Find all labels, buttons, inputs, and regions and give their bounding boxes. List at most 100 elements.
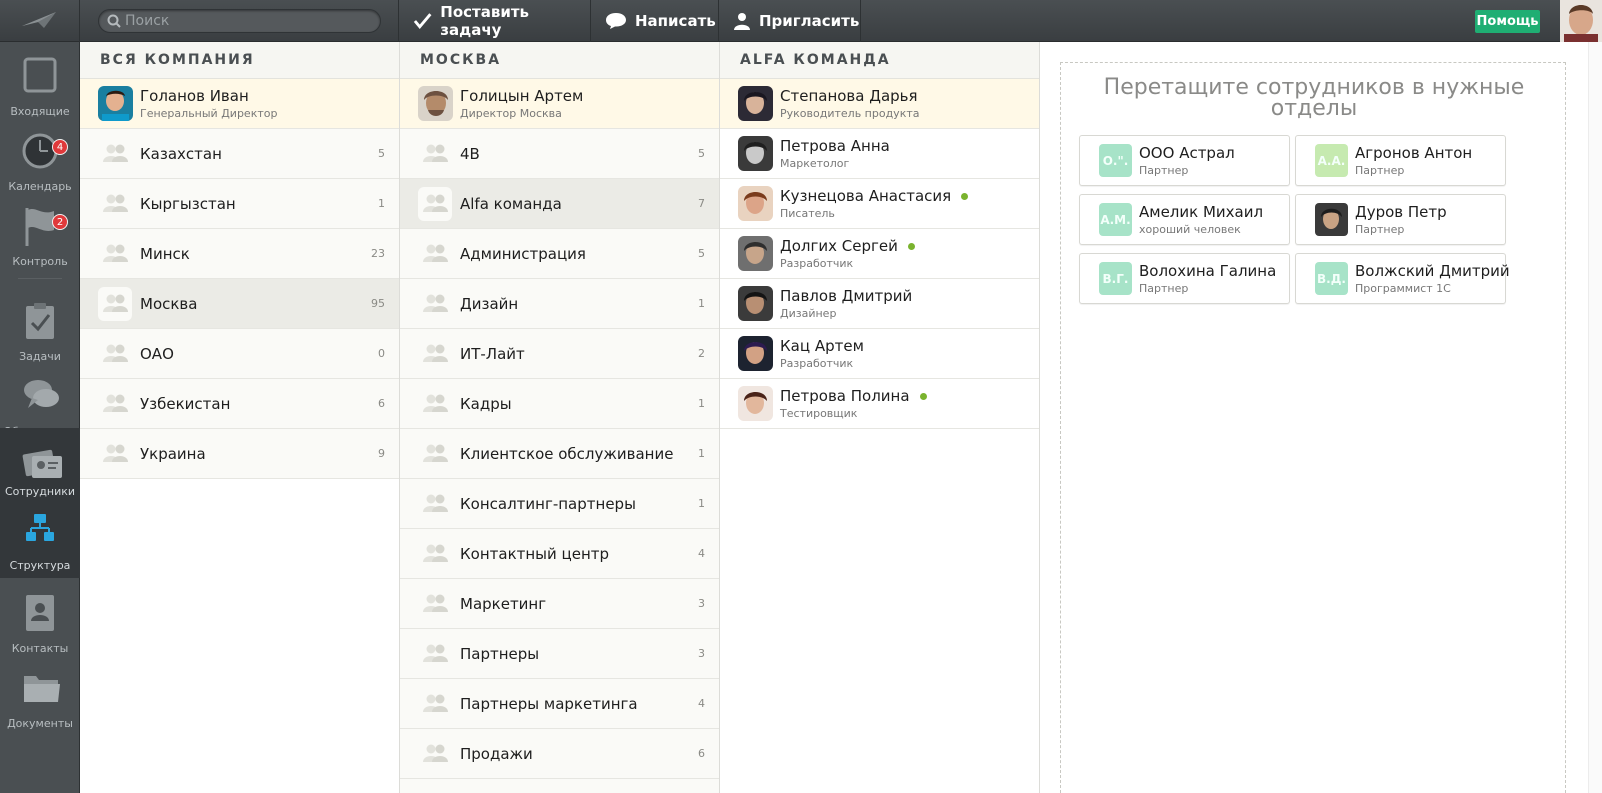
sidebar-item-structure[interactable]: Структура: [0, 502, 80, 578]
search-input[interactable]: [125, 12, 375, 30]
group-count: 1: [378, 197, 385, 210]
initials-avatar: В.Г.: [1099, 262, 1132, 295]
member-row[interactable]: Долгих Сергей Разработчик: [720, 229, 1039, 279]
employees-icon: [22, 449, 62, 478]
sidebar-label-control: Контроль: [12, 255, 68, 268]
group-row[interactable]: Консалтинг-партнеры 1: [400, 479, 719, 529]
column-moscow: МОСКВА Голицын Артем Директор Москва 4B 5…: [400, 42, 720, 793]
create-task-label: Поставить задачу: [440, 3, 530, 39]
employee-card[interactable]: Дуров Петр Партнер: [1295, 194, 1506, 245]
group-row[interactable]: ОАО 0: [80, 329, 399, 379]
task-icon: [26, 303, 54, 339]
group-row[interactable]: Клиентское обслуживание 1: [400, 429, 719, 479]
avatar: [1315, 203, 1348, 236]
employee-card[interactable]: О.". ООО Астрал Партнер: [1079, 135, 1290, 186]
sidebar-item-tasks[interactable]: Задачи: [0, 295, 80, 369]
group-row[interactable]: Минск 23: [80, 229, 399, 279]
card-name: Волжский Дмитрий: [1355, 262, 1510, 280]
group-row[interactable]: Казахстан 5: [80, 129, 399, 179]
group-name: Клиентское обслуживание: [460, 445, 674, 463]
group-row[interactable]: Узбекистан 6: [80, 379, 399, 429]
drop-zone[interactable]: Перетащите сотрудников в нужные отделы О…: [1060, 62, 1566, 793]
group-name: Узбекистан: [140, 395, 231, 413]
group-row[interactable]: Партнеры маркетинга 4: [400, 679, 719, 729]
group-count: 6: [698, 747, 705, 760]
sidebar-label-structure: Структура: [9, 559, 71, 572]
avatar: [738, 286, 773, 321]
sidebar-item-inbox[interactable]: Входящие: [0, 50, 80, 124]
member-name-text: Кузнецова Анастасия: [780, 187, 952, 205]
search-box[interactable]: [98, 9, 381, 33]
write-button[interactable]: Написать: [590, 0, 718, 42]
sidebar-item-control[interactable]: 2 Контроль: [0, 200, 80, 274]
moscow-head-row[interactable]: Голицын Артем Директор Москва: [400, 79, 719, 129]
card-role: хороший человек: [1139, 223, 1241, 236]
group-row[interactable]: Кыргызстан 1: [80, 179, 399, 229]
column-header-alfa-team: ALFA КОМАНДА: [720, 42, 1039, 79]
member-row[interactable]: Петрова Полина Тестировщик: [720, 379, 1039, 429]
group-count: 3: [698, 597, 705, 610]
employee-card[interactable]: А.М. Амелик Михаил хороший человек: [1079, 194, 1290, 245]
group-row[interactable]: Администрация 5: [400, 229, 719, 279]
sidebar-label-contacts: Контакты: [11, 642, 69, 655]
control-badge: 2: [52, 214, 68, 230]
member-row[interactable]: Павлов Дмитрий Дизайнер: [720, 279, 1039, 329]
member-title: Руководитель продукта: [780, 107, 920, 120]
avatar: [738, 86, 773, 121]
online-status-dot: [961, 193, 969, 200]
member-title: Разработчик: [780, 357, 854, 370]
invite-button[interactable]: Пригласить: [718, 0, 861, 42]
group-row[interactable]: Alfa команда 7: [400, 179, 719, 229]
sidebar-item-contacts[interactable]: Контакты: [0, 587, 80, 661]
member-row[interactable]: Петрова Анна Маркетолог: [720, 129, 1039, 179]
user-avatar[interactable]: [1560, 0, 1602, 42]
chat-icon: [24, 380, 59, 408]
member-name-text: Петрова Анна: [780, 137, 890, 155]
company-head-row[interactable]: Голанов Иван Генеральный Директор: [80, 79, 399, 129]
help-button[interactable]: Помощь: [1475, 10, 1540, 33]
avatar-photo-golitsyn: [418, 86, 453, 121]
group-row[interactable]: Маркетинг 3: [400, 579, 719, 629]
group-icon: [103, 294, 128, 312]
member-row[interactable]: Кац Артем Разработчик: [720, 329, 1039, 379]
group-row[interactable]: Продажи 6: [400, 729, 719, 779]
group-row[interactable]: ИТ-Лайт 2: [400, 329, 719, 379]
group-icon: [103, 444, 128, 462]
avatar: [738, 386, 773, 421]
scrollbar[interactable]: [1588, 42, 1602, 793]
group-icon: [423, 544, 448, 562]
sidebar-item-calendar[interactable]: 4 Календарь: [0, 125, 80, 199]
member-row[interactable]: Степанова Дарья Руководитель продукта: [720, 79, 1039, 129]
member-title: Тестировщик: [780, 407, 858, 420]
group-name: Администрация: [460, 245, 586, 263]
group-row[interactable]: Контактный центр 4: [400, 529, 719, 579]
app-logo[interactable]: [0, 0, 80, 42]
column-alfa-team: ALFA КОМАНДА Степанова Дарья Руководитель…: [720, 42, 1040, 793]
sidebar: Входящие 4 Календарь 2 Контроль Задачи С…: [0, 42, 80, 793]
group-count: 2: [698, 347, 705, 360]
group-row[interactable]: Партнеры 3: [400, 629, 719, 679]
group-icon: [423, 194, 448, 212]
group-icon: [423, 644, 448, 662]
create-task-button[interactable]: Поставить задачу: [398, 0, 590, 42]
group-icon: [423, 394, 448, 412]
group-row[interactable]: Кадры 1: [400, 379, 719, 429]
sidebar-item-documents[interactable]: Документы: [0, 662, 80, 736]
employee-card[interactable]: В.Д. Волжский Дмитрий Программист 1С: [1295, 253, 1510, 304]
card-role: Партнер: [1355, 164, 1405, 177]
employee-card[interactable]: А.А. Агронов Антон Партнер: [1295, 135, 1506, 186]
member-row[interactable]: Кузнецова Анастасия Писатель: [720, 179, 1039, 229]
group-row[interactable]: Москва 95: [80, 279, 399, 329]
group-count: 4: [698, 547, 705, 560]
group-count: 5: [698, 247, 705, 260]
avatar: [738, 186, 773, 221]
sidebar-label-tasks: Задачи: [19, 350, 61, 363]
initials-avatar: О.".: [1099, 144, 1132, 177]
sidebar-item-employees[interactable]: Сотрудники: [0, 428, 80, 502]
group-row[interactable]: Дизайн 1: [400, 279, 719, 329]
sidebar-label-calendar: Календарь: [8, 180, 72, 193]
member-name-text: Степанова Дарья: [780, 87, 918, 105]
group-row[interactable]: 4B 5: [400, 129, 719, 179]
employee-card[interactable]: В.Г. Волохина Галина Партнер: [1079, 253, 1290, 304]
group-row[interactable]: Украина 9: [80, 429, 399, 479]
